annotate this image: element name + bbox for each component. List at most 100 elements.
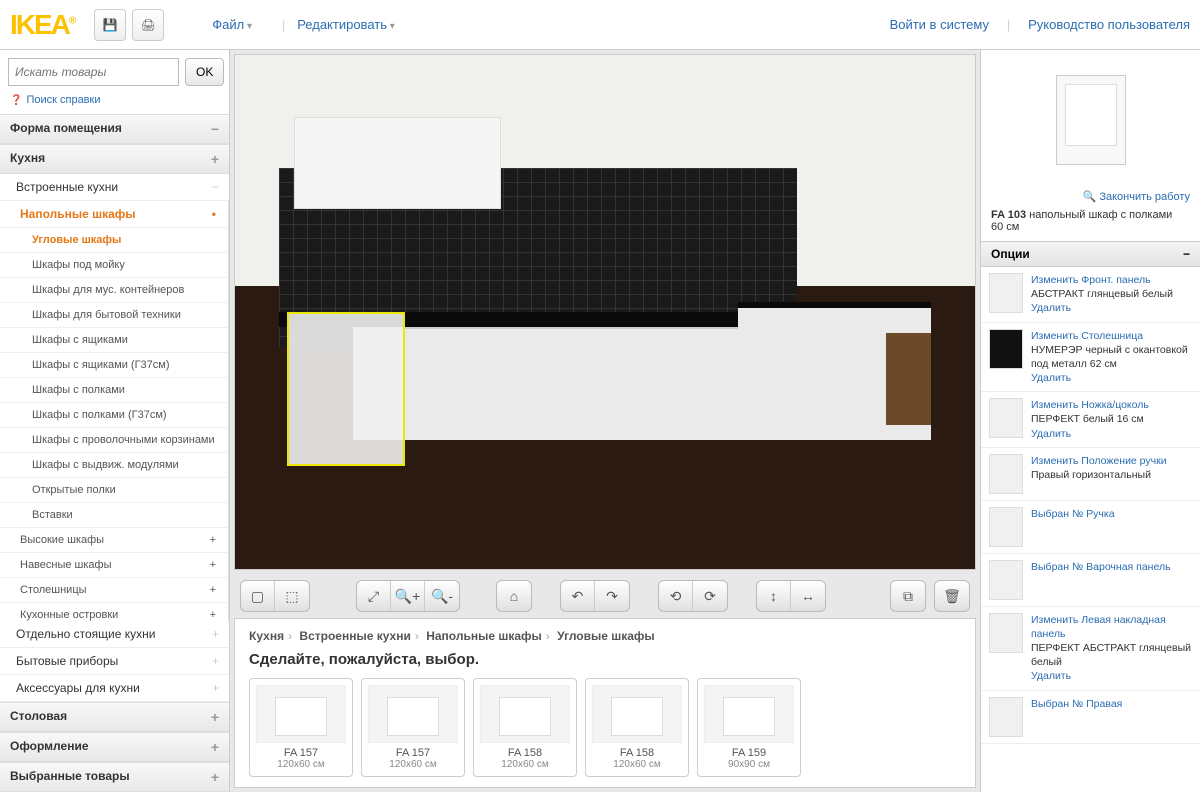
mirror-button[interactable]: ↔ — [791, 581, 825, 611]
card-dim: 90x90 см — [704, 759, 794, 770]
card-thumb — [480, 685, 570, 743]
tree-item[interactable]: Шкафы с полками (Г37см) — [0, 403, 228, 428]
option-change-link[interactable]: Изменить Левая накладная панель — [1031, 614, 1166, 640]
menu-edit[interactable]: Редактировать — [297, 17, 395, 32]
rotate-right-button[interactable]: ⟳ — [693, 581, 727, 611]
card-name: FA 157 — [256, 747, 346, 759]
guide-link[interactable]: Руководство пользователя — [1028, 17, 1190, 32]
center-pane: ▢ ⬚ ⤢ 🔍+ 🔍- ⌂ ↶ ↷ ⟲ ⟳ ↕ — [230, 50, 980, 792]
product-card[interactable]: FA 159 90x90 см — [697, 678, 801, 777]
product-card[interactable]: FA 158 120x60 см — [473, 678, 577, 777]
option-thumb — [989, 398, 1023, 438]
section-dining[interactable]: Столовая+ — [0, 702, 229, 732]
card-thumb — [368, 685, 458, 743]
search-ok-button[interactable]: OK — [185, 58, 224, 86]
section-selected[interactable]: Выбранные товары+ — [0, 762, 229, 792]
breadcrumb: Кухня› Встроенные кухни› Напольные шкафы… — [249, 629, 961, 643]
right-panel: Закончить работу FA 103 напольный шкаф с… — [980, 50, 1200, 792]
card-dim: 120x60 см — [256, 759, 346, 770]
option-row: Выбран № Правая — [981, 691, 1200, 744]
finish-link[interactable]: Закончить работу — [981, 190, 1200, 209]
tree-item[interactable]: Шкафы для мус. контейнеров — [0, 278, 228, 303]
product-preview — [981, 50, 1200, 190]
option-row: Изменить Левая накладная панель ПЕРФЕКТ … — [981, 607, 1200, 691]
option-desc: НУМЕРЭР черный с окантовкой под металл 6… — [1031, 344, 1188, 370]
delete-button[interactable]: 🗑 — [935, 581, 969, 611]
option-desc: ПЕРФЕКТ белый 16 см — [1031, 413, 1144, 425]
tree-item[interactable]: Вставки — [0, 503, 228, 528]
outer-item[interactable]: Бытовые приборы+ — [0, 648, 229, 675]
options-header[interactable]: Опции− — [981, 241, 1200, 267]
tree-item[interactable]: Открытые полки — [0, 478, 228, 503]
card-thumb — [704, 685, 794, 743]
tree-item[interactable]: Шкафы для бытовой техники — [0, 303, 228, 328]
product-card[interactable]: FA 158 120x60 см — [585, 678, 689, 777]
prompt-text: Сделайте, пожалуйста, выбор. — [249, 651, 961, 668]
card-dim: 120x60 см — [592, 759, 682, 770]
login-link[interactable]: Войти в систему — [890, 17, 989, 32]
flip-button[interactable]: ↕ — [757, 581, 791, 611]
3d-viewport[interactable] — [234, 54, 976, 570]
undo-button[interactable]: ↶ — [561, 581, 595, 611]
viewport-toolbar: ▢ ⬚ ⤢ 🔍+ 🔍- ⌂ ↶ ↷ ⟲ ⟳ ↕ — [230, 574, 980, 618]
tree-item[interactable]: Угловые шкафы — [0, 228, 228, 253]
outer-item[interactable]: Отдельно стоящие кухни+ — [0, 621, 229, 648]
option-row: Выбран № Варочная панель — [981, 554, 1200, 607]
home-button[interactable]: ⌂ — [497, 581, 531, 611]
tree-sibling[interactable]: Навесные шкафы+ — [0, 553, 228, 578]
tree-item[interactable]: Шкафы под мойку — [0, 253, 228, 278]
tree-sibling[interactable]: Высокие шкафы+ — [0, 528, 228, 553]
save-button[interactable]: 💾 — [94, 9, 126, 41]
section-styling[interactable]: Оформление+ — [0, 732, 229, 762]
tree-item[interactable]: Шкафы с выдвиж. модулями — [0, 453, 228, 478]
card-thumb — [592, 685, 682, 743]
sidebar: OK Поиск справки Форма помещения− Кухня+… — [0, 50, 230, 792]
card-thumb — [256, 685, 346, 743]
option-change-link[interactable]: Изменить Столешница — [1031, 330, 1143, 342]
sub-built-in[interactable]: Встроенные кухни− — [0, 174, 229, 201]
tree-sibling[interactable]: Столешницы+ — [0, 578, 228, 603]
help-link[interactable]: Поиск справки — [0, 94, 229, 114]
option-delete-link[interactable]: Удалить — [1031, 302, 1071, 314]
tree-item[interactable]: Шкафы с ящиками (Г37см) — [0, 353, 228, 378]
zoom-out-button[interactable]: 🔍- — [425, 581, 459, 611]
zoom-fit-button[interactable]: ⤢ — [357, 581, 391, 611]
menu-file[interactable]: Файл — [212, 17, 252, 32]
option-delete-link[interactable]: Удалить — [1031, 372, 1071, 384]
option-change-link[interactable]: Выбран № Варочная панель — [1031, 561, 1171, 573]
option-row: Выбран № Ручка — [981, 501, 1200, 554]
selected-cabinet-highlight[interactable] — [287, 312, 405, 466]
tree-floor-cabinets[interactable]: Напольные шкафы• — [0, 201, 228, 228]
option-row: Изменить Положение ручки Правый горизонт… — [981, 448, 1200, 501]
section-kitchen[interactable]: Кухня+ — [0, 144, 229, 174]
copy-button[interactable]: ⧉ — [891, 581, 925, 611]
option-thumb — [989, 697, 1023, 737]
product-card[interactable]: FA 157 120x60 см — [361, 678, 465, 777]
option-thumb — [989, 560, 1023, 600]
option-change-link[interactable]: Изменить Фронт. панель — [1031, 274, 1151, 286]
product-info: FA 103 напольный шкаф с полками 60 см — [981, 209, 1200, 241]
section-room-shape[interactable]: Форма помещения− — [0, 114, 229, 144]
option-delete-link[interactable]: Удалить — [1031, 428, 1071, 440]
option-change-link[interactable]: Изменить Ножка/цоколь — [1031, 399, 1149, 411]
tree-sibling[interactable]: Кухонные островки+ — [0, 603, 228, 621]
option-delete-link[interactable]: Удалить — [1031, 670, 1071, 682]
header: IKEA® 💾 🖨 Файл | Редактировать Войти в с… — [0, 0, 1200, 50]
rotate-left-button[interactable]: ⟲ — [659, 581, 693, 611]
zoom-in-button[interactable]: 🔍+ — [391, 581, 425, 611]
outer-item[interactable]: Аксессуары для кухни+ — [0, 675, 229, 702]
tree-item[interactable]: Шкафы с полками — [0, 378, 228, 403]
card-name: FA 158 — [480, 747, 570, 759]
search-input[interactable] — [8, 58, 179, 86]
redo-button[interactable]: ↷ — [595, 581, 629, 611]
option-change-link[interactable]: Выбран № Ручка — [1031, 508, 1115, 520]
tree-item[interactable]: Шкафы с проволочными корзинами — [0, 428, 228, 453]
print-button[interactable]: 🖨 — [132, 9, 164, 41]
option-change-link[interactable]: Изменить Положение ручки — [1031, 455, 1167, 467]
tree-item[interactable]: Шкафы с ящиками — [0, 328, 228, 353]
option-change-link[interactable]: Выбран № Правая — [1031, 698, 1122, 710]
card-dim: 120x60 см — [368, 759, 458, 770]
view-3d-button[interactable]: ⬚ — [275, 581, 309, 611]
view-2d-button[interactable]: ▢ — [241, 581, 275, 611]
product-card[interactable]: FA 157 120x60 см — [249, 678, 353, 777]
